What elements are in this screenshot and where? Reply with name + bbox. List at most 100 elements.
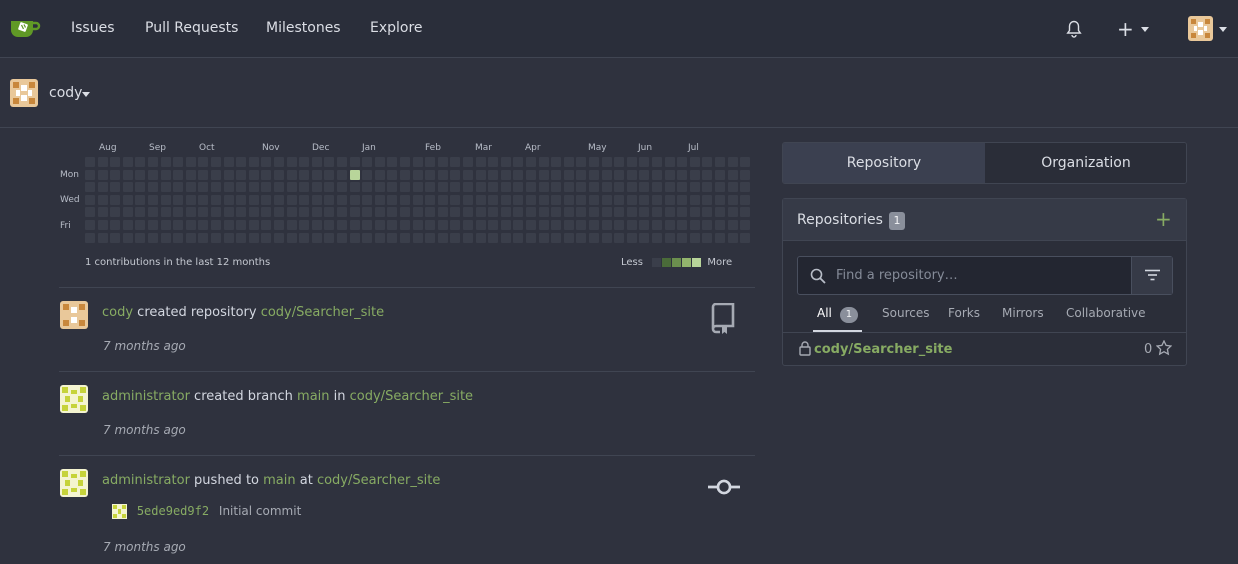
heatmap-cell[interactable] [311,182,322,193]
heatmap-cell[interactable] [652,182,662,193]
heatmap-cell[interactable] [513,169,524,180]
heatmap-cell[interactable] [639,207,650,218]
heatmap-cell[interactable] [160,194,171,205]
heatmap-cell[interactable] [223,207,234,218]
heatmap-cell[interactable] [362,207,373,218]
heatmap-cell[interactable] [362,157,373,167]
heatmap-cell[interactable] [248,182,259,193]
heatmap-cell[interactable] [97,207,108,218]
nav-explore[interactable]: Explore [370,20,423,36]
heatmap-cell[interactable] [362,194,373,205]
heatmap-cell[interactable] [513,207,524,218]
heatmap-cell[interactable] [715,232,725,243]
heatmap-cell[interactable] [223,169,234,180]
heatmap-cell[interactable] [148,169,158,180]
heatmap-cell[interactable] [374,182,385,193]
heatmap-cell[interactable] [110,157,121,167]
heatmap-cell[interactable] [400,182,410,193]
repository-list-item[interactable]: cody/Searcher_site 0 [783,334,1186,365]
heatmap-cell[interactable] [412,169,423,180]
heatmap-cell[interactable] [412,207,423,218]
heatmap-cell[interactable] [400,207,410,218]
gitea-logo-icon[interactable] [9,14,41,40]
heatmap-cell[interactable] [387,220,398,230]
heatmap-cell[interactable] [110,220,121,230]
heatmap-cell[interactable] [538,194,549,205]
heatmap-cell[interactable] [337,169,347,180]
heatmap-cell[interactable] [589,194,599,205]
heatmap-cell[interactable] [122,220,133,230]
heatmap-cell[interactable] [274,220,284,230]
heatmap-cell[interactable] [337,157,347,167]
heatmap-cell[interactable] [160,220,171,230]
heatmap-cell[interactable] [576,169,587,180]
heatmap-cell[interactable] [236,169,247,180]
heatmap-cell[interactable] [97,182,108,193]
heatmap-cell[interactable] [526,220,536,230]
heatmap-cell[interactable] [740,182,751,193]
heatmap-cell[interactable] [261,182,272,193]
heatmap-cell[interactable] [374,194,385,205]
heatmap-cell[interactable] [614,207,625,218]
heatmap-cell[interactable] [211,169,221,180]
heatmap-cell[interactable] [160,232,171,243]
heatmap-cell[interactable] [677,169,688,180]
heatmap-cell[interactable] [425,207,436,218]
heatmap-cell[interactable] [437,182,448,193]
heatmap-cell[interactable] [589,182,599,193]
heatmap-cell[interactable] [652,169,662,180]
heatmap-cell[interactable] [324,232,335,243]
heatmap-cell[interactable] [551,194,562,205]
heatmap-cell[interactable] [689,157,700,167]
heatmap-cell[interactable] [299,169,310,180]
heatmap-cell[interactable] [437,157,448,167]
heatmap-cell[interactable] [261,157,272,167]
heatmap-cell[interactable] [500,207,511,218]
heatmap-cell[interactable] [412,194,423,205]
heatmap-cell[interactable] [450,220,461,230]
heatmap-cell[interactable] [702,207,713,218]
user-avatar[interactable] [60,385,88,413]
tab-repository[interactable]: Repository [783,143,985,183]
heatmap-cell[interactable] [324,207,335,218]
heatmap-cell[interactable] [135,169,146,180]
heatmap-cell[interactable] [211,220,221,230]
heatmap-cell[interactable] [689,232,700,243]
heatmap-cell[interactable] [248,194,259,205]
user-avatar[interactable] [60,301,88,329]
heatmap-cell[interactable] [311,194,322,205]
heatmap-cell[interactable] [664,194,675,205]
heatmap-cell[interactable] [349,232,360,243]
heatmap-cell[interactable] [198,220,209,230]
heatmap-cell[interactable] [274,207,284,218]
heatmap-cell[interactable] [160,182,171,193]
heatmap-cell[interactable] [740,169,751,180]
heatmap-cell[interactable] [286,169,297,180]
heatmap-cell[interactable] [589,232,599,243]
heatmap-cell[interactable] [463,169,473,180]
heatmap-cell[interactable] [274,169,284,180]
heatmap-cell[interactable] [400,232,410,243]
nav-issues[interactable]: Issues [71,20,115,36]
heatmap-cell[interactable] [450,157,461,167]
feed-branch-link[interactable]: main [297,389,329,404]
heatmap-cell[interactable] [286,220,297,230]
heatmap-cell[interactable] [374,169,385,180]
heatmap-cell[interactable] [463,207,473,218]
heatmap-cell[interactable] [463,194,473,205]
heatmap-cell[interactable] [601,207,612,218]
heatmap-cell[interactable] [122,169,133,180]
heatmap-cell[interactable] [400,194,410,205]
heatmap-cell[interactable] [702,220,713,230]
heatmap-cell[interactable] [349,194,360,205]
feed-repo-link[interactable]: cody/Searcher_site [261,305,384,320]
heatmap-cell[interactable] [110,169,121,180]
heatmap-cell[interactable] [173,220,184,230]
heatmap-cell[interactable] [727,207,738,218]
heatmap-cell[interactable] [362,232,373,243]
heatmap-cell[interactable] [248,220,259,230]
heatmap-cell[interactable] [173,182,184,193]
heatmap-cell[interactable] [702,157,713,167]
heatmap-cell[interactable] [463,232,473,243]
heatmap-cell[interactable] [211,182,221,193]
